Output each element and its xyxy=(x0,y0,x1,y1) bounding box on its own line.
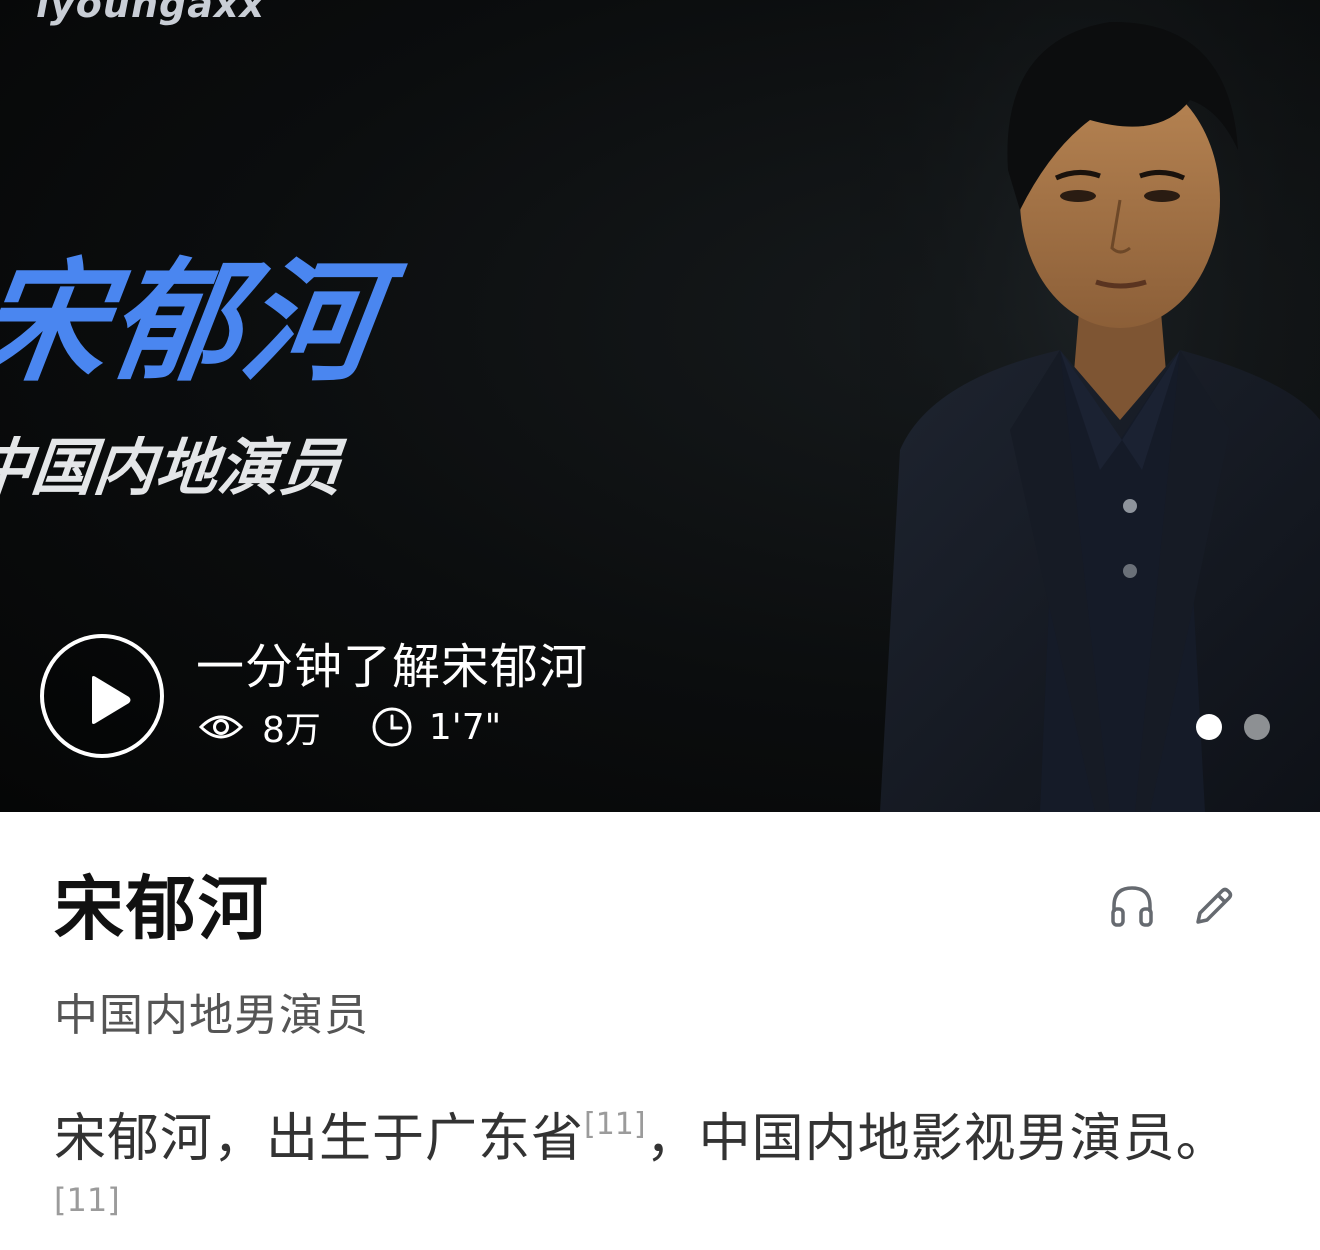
carousel-dot-active[interactable] xyxy=(1196,714,1222,740)
video-banner[interactable]: iyoungaxx 宋郁河 中国内地演员 一分钟了解宋郁河 8万 1'7" xyxy=(0,0,1320,812)
carousel-indicator[interactable] xyxy=(1196,714,1270,740)
pencil-icon[interactable] xyxy=(1190,882,1238,934)
citation-link[interactable]: [11] xyxy=(584,1107,646,1142)
video-duration: 1'7" xyxy=(428,706,502,748)
entry-title: 宋郁河 xyxy=(54,868,270,950)
entry-subtitle: 中国内地男演员 xyxy=(54,990,369,1041)
banner-subtitle-text: 中国内地演员 xyxy=(0,431,346,504)
carousel-dot[interactable] xyxy=(1244,714,1270,740)
eye-icon xyxy=(198,711,244,743)
banner-name-text: 宋郁河 xyxy=(0,246,389,400)
clock-icon xyxy=(371,706,413,748)
summary-text-continued: ，中国内地影视男演员。 xyxy=(645,1109,1229,1169)
citation-link[interactable]: [11] xyxy=(54,1178,120,1222)
video-title: 一分钟了解宋郁河 xyxy=(196,639,589,695)
brand-watermark: iyoungaxx xyxy=(36,0,265,26)
play-icon xyxy=(92,676,131,724)
headphones-icon[interactable] xyxy=(1108,882,1156,934)
play-button[interactable] xyxy=(40,634,164,758)
entry-summary: 宋郁河，出生于广东省[11]，中国内地影视男演员。 xyxy=(54,1090,1229,1174)
view-count: 8万 xyxy=(262,710,321,751)
video-meta: 8万 1'7" xyxy=(198,704,502,751)
portrait-image xyxy=(860,0,1320,812)
summary-text: 宋郁河，出生于广东省 xyxy=(54,1109,585,1169)
